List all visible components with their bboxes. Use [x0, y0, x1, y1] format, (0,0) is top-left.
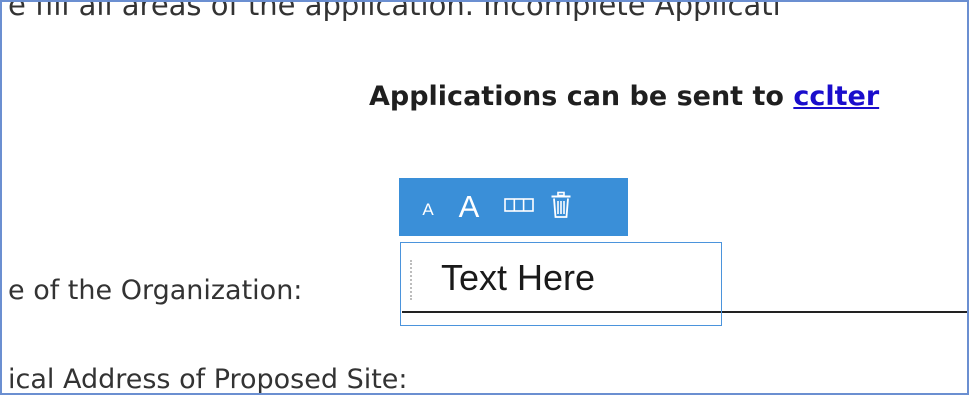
text-box-field[interactable]: Text Here [400, 242, 722, 326]
document-viewport: e fill all areas of the application. Inc… [0, 0, 969, 395]
applications-send-line: Applications can be sent to cclter [369, 81, 879, 112]
increase-font-size-button[interactable]: A [449, 189, 489, 225]
trash-icon [550, 191, 572, 224]
email-link[interactable]: cclter [793, 81, 879, 112]
organization-name-label: e of the Organization: [8, 275, 303, 306]
text-box-toolbar: A A [399, 178, 628, 236]
delete-text-box-button[interactable] [543, 191, 579, 224]
column-width-icon [504, 197, 534, 218]
decrease-font-size-button[interactable]: A [415, 200, 441, 220]
instructions-line: e fill all areas of the application. Inc… [8, 0, 781, 22]
text-box-value[interactable]: Text Here [441, 257, 595, 299]
drag-handle[interactable] [410, 260, 412, 300]
send-prefix-text: Applications can be sent to [369, 81, 794, 112]
site-address-label: ical Address of Proposed Site: [8, 364, 408, 395]
text-width-button[interactable] [499, 197, 539, 218]
